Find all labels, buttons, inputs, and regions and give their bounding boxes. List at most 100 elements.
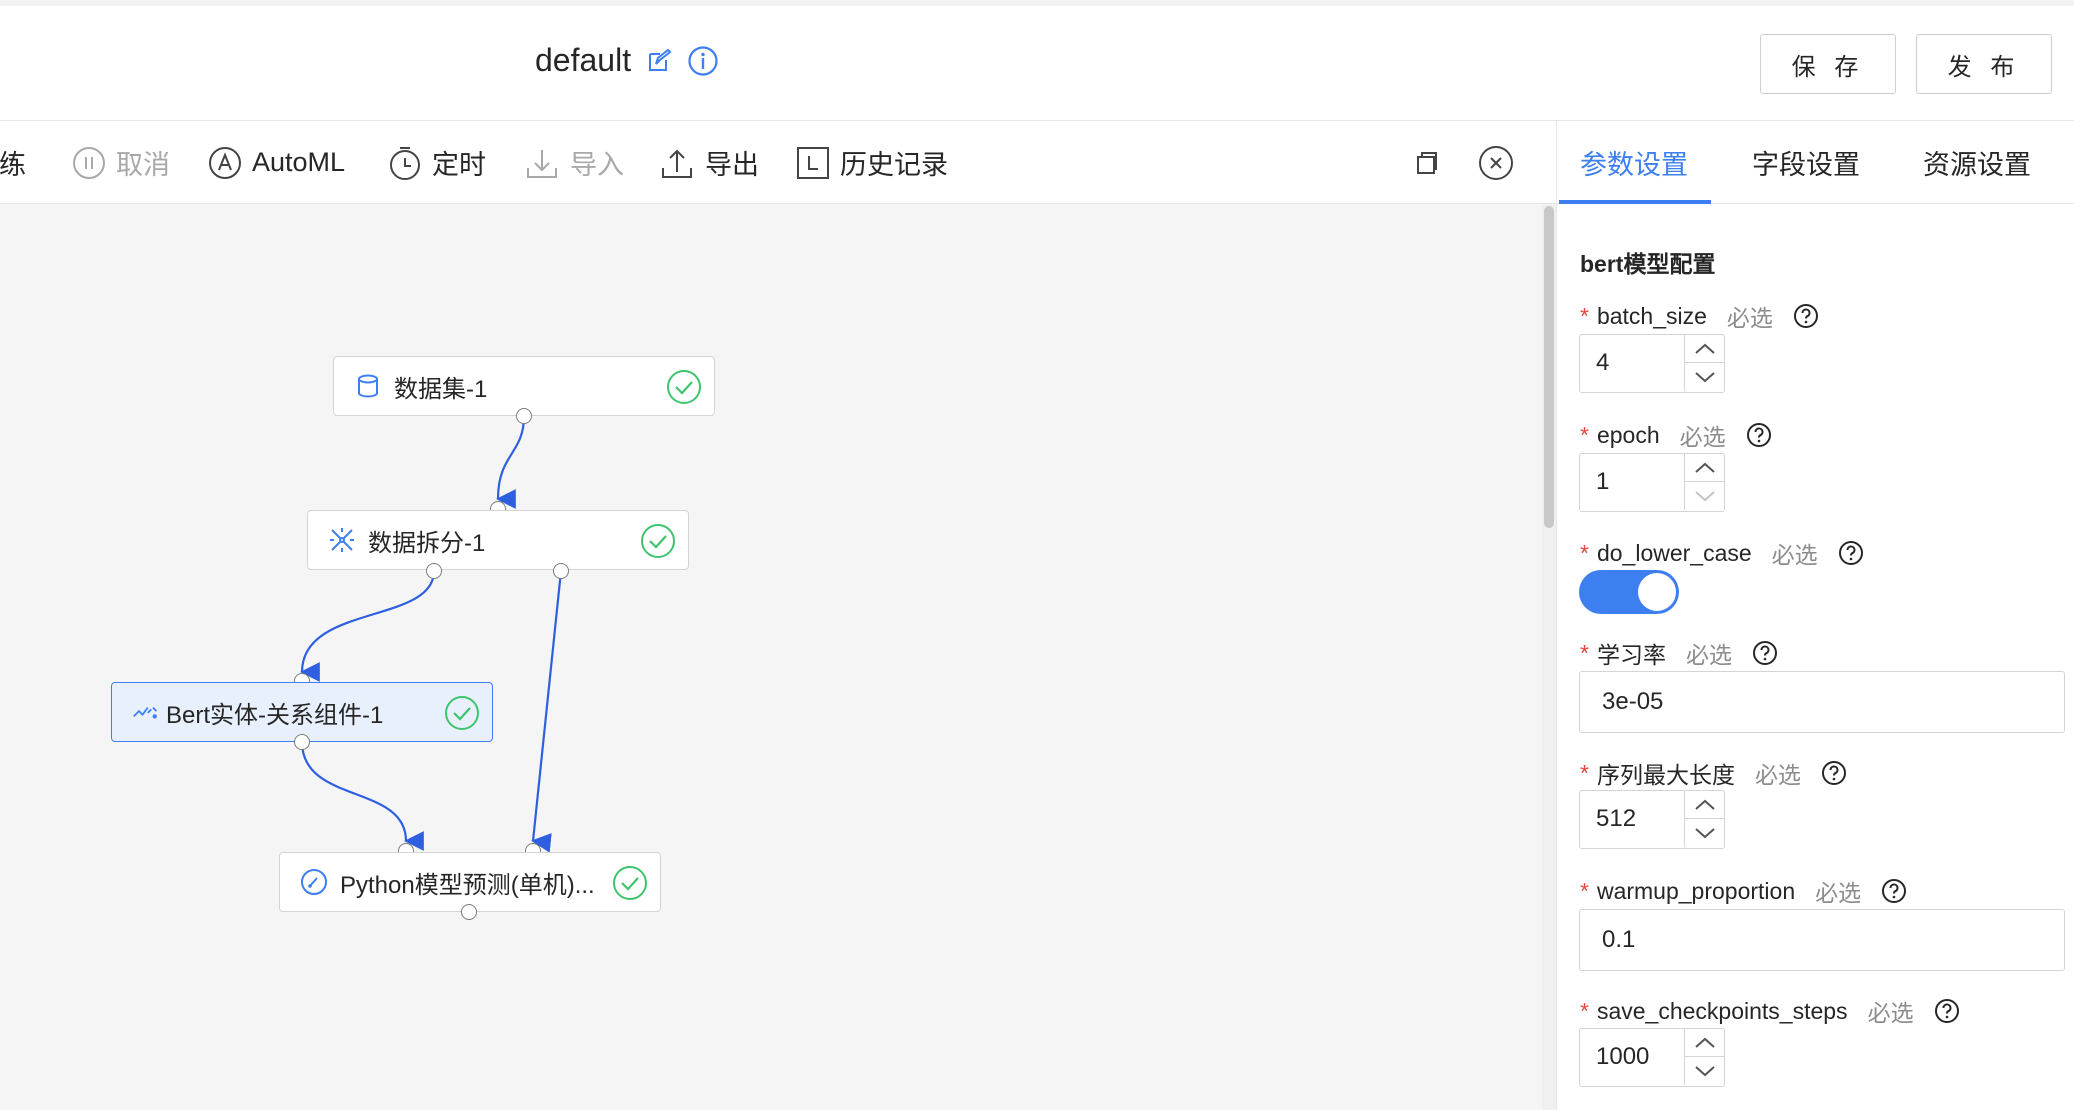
stepper-controls — [1684, 335, 1724, 391]
required-mark: * — [1580, 539, 1589, 566]
required-mark: * — [1580, 759, 1589, 786]
stepper-value: 4 — [1596, 349, 1610, 376]
node-dataset[interactable]: 数据集-1 — [333, 356, 715, 416]
help-icon[interactable] — [1881, 878, 1907, 904]
close-circle-icon[interactable] — [1478, 145, 1514, 181]
node-dataset-output-port[interactable] — [516, 408, 532, 424]
success-check-icon — [613, 866, 647, 900]
toolbar-timer-label: 定时 — [432, 150, 486, 180]
optional-hint: 必选 — [1685, 642, 1732, 668]
tab-resource-settings[interactable]: 资源设置 — [1923, 121, 2031, 204]
chevron-up-icon[interactable] — [1685, 791, 1724, 819]
edit-icon[interactable] — [643, 45, 675, 77]
stepper-value: 1 — [1596, 468, 1610, 495]
settings-tabs: 参数设置 字段设置 资源设置 — [1557, 121, 2074, 204]
chevron-down-icon[interactable] — [1685, 819, 1724, 847]
field-name: 学习率 — [1596, 642, 1666, 668]
section-title: bert模型配置 — [1580, 251, 1716, 277]
toolbar-history-label: 历史记录 — [840, 150, 948, 180]
help-icon[interactable] — [1838, 540, 1864, 566]
node-predict[interactable]: Python模型预测(单机)... — [279, 852, 661, 912]
export-icon — [662, 149, 692, 178]
stepper-controls — [1684, 1029, 1724, 1085]
field-name: do_lower_case — [1596, 539, 1752, 566]
link-split-bert — [300, 570, 436, 682]
pipeline-canvas[interactable]: 数据集-1 数据拆分-1 Bert实体-关系组件-1 Python模型预测(单机… — [0, 204, 1556, 1110]
toolbar-export-button[interactable]: 导出 — [659, 121, 759, 204]
copy-icon[interactable] — [1408, 145, 1444, 181]
chevron-down-icon[interactable] — [1685, 482, 1724, 510]
input-value: 0.1 — [1602, 925, 1636, 953]
batch-size-stepper[interactable]: 4 — [1579, 334, 1725, 393]
field-name: batch_size — [1596, 302, 1707, 329]
tab-field-settings[interactable]: 字段设置 — [1752, 121, 1860, 204]
required-mark: * — [1580, 302, 1589, 329]
toolbar-history-button[interactable]: 历史记录 — [796, 121, 948, 204]
split-icon — [328, 526, 356, 554]
chevron-down-icon[interactable] — [1685, 363, 1724, 391]
success-check-icon — [641, 524, 675, 558]
publish-button[interactable]: 发 布 — [1916, 34, 2052, 94]
learning-rate-input[interactable]: 3e-05 — [1579, 671, 2065, 733]
toolbar-cancel-button[interactable]: 取消 — [72, 121, 170, 204]
node-predict-output-port[interactable] — [461, 904, 477, 920]
link-bert-predict — [300, 741, 424, 851]
node-split[interactable]: 数据拆分-1 — [307, 510, 689, 570]
stepper-value: 1000 — [1596, 1043, 1650, 1070]
header-topline — [0, 0, 2074, 6]
save-button[interactable]: 保 存 — [1760, 34, 1896, 94]
toolbar-timer-button[interactable]: 定时 — [388, 121, 486, 204]
max-seq-length-stepper[interactable]: 512 — [1579, 790, 1725, 849]
help-icon[interactable] — [1821, 760, 1847, 786]
epoch-stepper[interactable]: 1 — [1579, 453, 1725, 512]
app-header: default 保 存 发 布 — [0, 0, 2074, 121]
toolbar-import-label: 导入 — [570, 150, 624, 180]
info-icon[interactable] — [687, 45, 719, 77]
chevron-down-icon[interactable] — [1685, 1057, 1724, 1085]
title-area: default — [535, 42, 719, 79]
toolbar-automl-button[interactable]: AutoML — [208, 121, 345, 204]
chevron-up-icon[interactable] — [1685, 1029, 1724, 1057]
pause-icon — [73, 146, 105, 179]
do-lower-case-toggle[interactable] — [1579, 570, 1679, 614]
gauge-icon — [300, 868, 328, 896]
success-check-icon — [667, 370, 701, 404]
optional-hint: 必选 — [1771, 542, 1818, 568]
optional-hint: 必选 — [1754, 762, 1801, 788]
help-icon[interactable] — [1752, 640, 1778, 666]
toolbar-train-button[interactable]: 训练 — [0, 121, 26, 204]
automl-icon — [209, 146, 241, 179]
optional-hint: 必选 — [1679, 424, 1726, 450]
canvas-toolbar: 训练 取消 AutoML 定时 导入 导出 历史记录 — [0, 121, 1556, 204]
required-mark: * — [1580, 877, 1589, 904]
canvas-scrollbar-thumb[interactable] — [1544, 206, 1554, 528]
stepper-value: 512 — [1596, 805, 1637, 832]
node-bert[interactable]: Bert实体-关系组件-1 — [111, 682, 493, 742]
node-split-output-port-2[interactable] — [553, 563, 569, 579]
node-label: Bert实体-关系组件-1 — [166, 701, 384, 729]
chevron-up-icon[interactable] — [1685, 335, 1724, 363]
settings-panel: 参数设置 字段设置 资源设置 bert模型配置 * batch_size 必选 … — [1556, 121, 2074, 1110]
active-tab-indicator — [1559, 200, 1711, 204]
success-check-icon — [445, 696, 479, 730]
warmup-proportion-input[interactable]: 0.1 — [1579, 909, 2065, 971]
help-icon[interactable] — [1934, 998, 1960, 1024]
database-icon — [354, 372, 382, 400]
node-bert-output-port[interactable] — [294, 734, 310, 750]
node-label: 数据集-1 — [394, 375, 488, 403]
optional-hint: 必选 — [1867, 1000, 1914, 1026]
chevron-up-icon[interactable] — [1685, 454, 1724, 482]
toolbar-import-button[interactable]: 导入 — [524, 121, 624, 204]
field-name: save_checkpoints_steps — [1596, 997, 1848, 1024]
field-label-do-lower-case: * do_lower_case 必选 — [1580, 536, 1864, 570]
model-icon — [132, 698, 160, 726]
save-checkpoints-steps-stepper[interactable]: 1000 — [1579, 1028, 1725, 1087]
help-icon[interactable] — [1793, 303, 1819, 329]
tab-param-settings[interactable]: 参数设置 — [1580, 121, 1688, 204]
page-title: default — [535, 42, 632, 78]
help-icon[interactable] — [1746, 422, 1772, 448]
toolbar-export-label: 导出 — [705, 150, 759, 180]
input-value: 3e-05 — [1602, 687, 1664, 715]
node-split-output-port-1[interactable] — [426, 563, 442, 579]
required-mark: * — [1580, 639, 1589, 666]
